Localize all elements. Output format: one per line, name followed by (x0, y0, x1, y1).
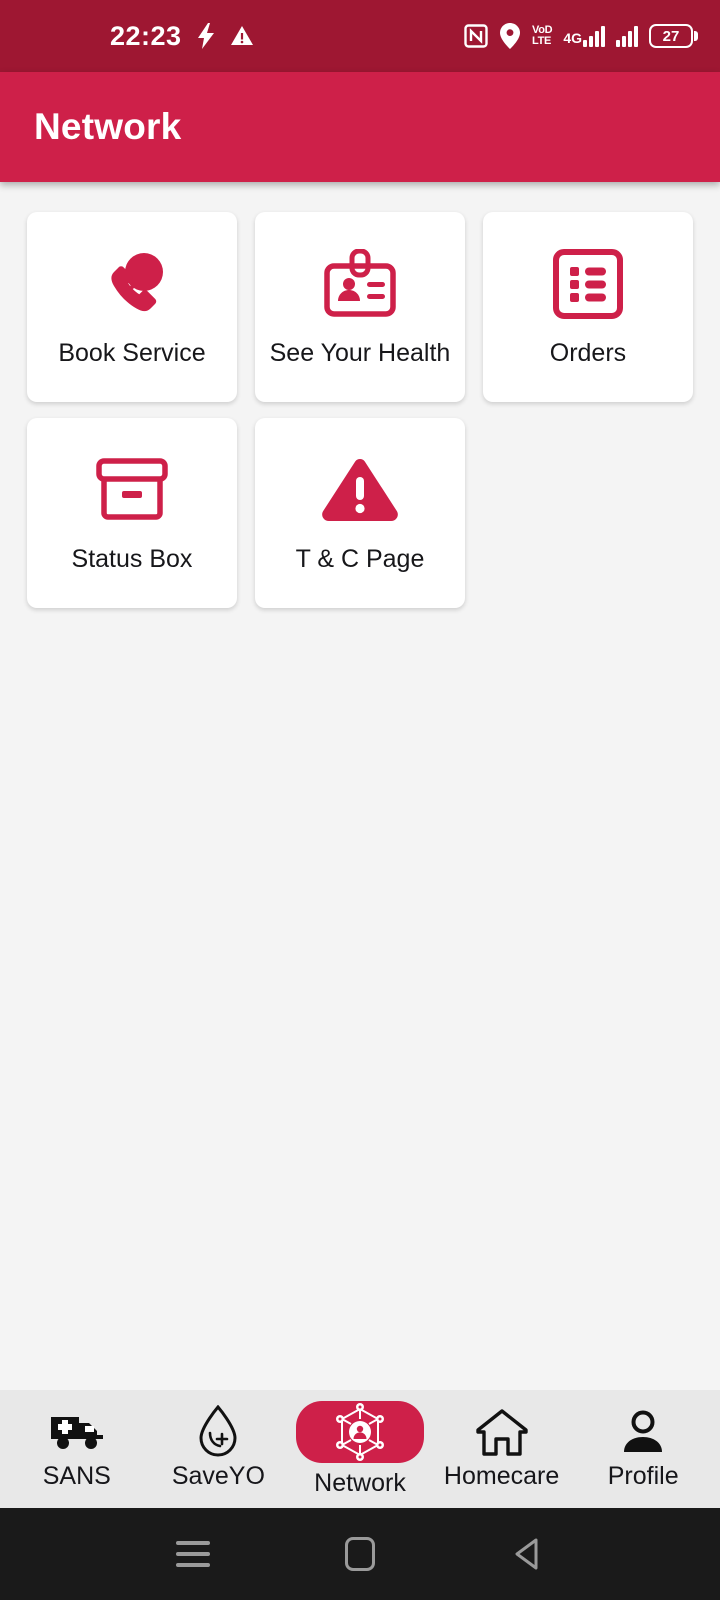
status-bar-right: VoD LTE 4G 27 (464, 23, 698, 49)
archive-box-icon (96, 452, 168, 528)
flash-icon (196, 23, 216, 49)
blood-drop-plus-icon (186, 1404, 250, 1456)
app-bar: Network (0, 72, 720, 182)
grid-cell: T & C Page (246, 410, 474, 616)
card-label: Book Service (58, 339, 206, 368)
tab-saveyo[interactable]: SaveYO (148, 1404, 290, 1491)
ambulance-icon (45, 1408, 109, 1456)
person-icon (611, 1408, 675, 1456)
main-content: Book Service See Your Health Orders Stat… (0, 182, 720, 1390)
warning-triangle-icon (320, 452, 400, 528)
card-label: Orders (549, 339, 627, 368)
grid-cell: Orders (474, 204, 702, 410)
location-pin-icon (499, 23, 521, 49)
volte-icon: VoD LTE (532, 24, 553, 47)
network-nodes-icon (295, 1400, 424, 1463)
grid-cell: Status Box (18, 410, 246, 616)
tab-label: Network (314, 1468, 406, 1497)
tab-profile[interactable]: Profile (572, 1408, 714, 1491)
grid-cell: Book Service (18, 204, 246, 410)
phone-call-icon (94, 246, 170, 322)
feature-grid: Book Service See Your Health Orders Stat… (18, 204, 702, 616)
home-icon (470, 1408, 534, 1456)
list-orders-icon (552, 246, 623, 322)
tab-label: SaveYO (171, 1461, 265, 1490)
card-label: Status Box (71, 545, 193, 574)
signal-bars-icon: 4G (563, 25, 605, 47)
android-navigation-bar (0, 1508, 720, 1600)
signal-bars-2-icon (616, 25, 638, 47)
card-label: See Your Health (269, 339, 451, 368)
phone-screen: 22:23 VoD LTE 4G 27 Network Book Service… (0, 0, 720, 1600)
tab-homecare[interactable]: Homecare (431, 1408, 573, 1491)
nfc-icon (464, 24, 488, 48)
warning-triangle-icon (230, 24, 254, 48)
card-tc-page[interactable]: T & C Page (254, 418, 465, 608)
card-see-your-health[interactable]: See Your Health (254, 212, 465, 402)
card-label: T & C Page (295, 545, 425, 574)
id-badge-icon (322, 246, 398, 322)
tab-network[interactable]: Network (289, 1400, 431, 1498)
tab-label: SANS (42, 1461, 111, 1490)
back-triangle-icon[interactable] (497, 1524, 557, 1584)
hamburger-icon[interactable] (163, 1524, 223, 1584)
card-status-box[interactable]: Status Box (27, 418, 237, 608)
battery-icon: 27 (649, 24, 698, 48)
tab-label: Profile (607, 1461, 679, 1490)
grid-cell: See Your Health (246, 204, 474, 410)
status-bar-left: 22:23 (110, 21, 254, 52)
tab-sans[interactable]: SANS (6, 1408, 148, 1491)
card-book-service[interactable]: Book Service (27, 212, 237, 402)
home-square-icon[interactable] (330, 1524, 390, 1584)
bottom-navigation: SANS SaveYO Network Homecare Profile (0, 1390, 720, 1508)
page-title: Network (34, 106, 182, 147)
status-bar: 22:23 VoD LTE 4G 27 (0, 0, 720, 72)
status-clock: 22:23 (110, 20, 182, 51)
tab-label: Homecare (443, 1461, 560, 1490)
card-orders[interactable]: Orders (482, 212, 693, 402)
